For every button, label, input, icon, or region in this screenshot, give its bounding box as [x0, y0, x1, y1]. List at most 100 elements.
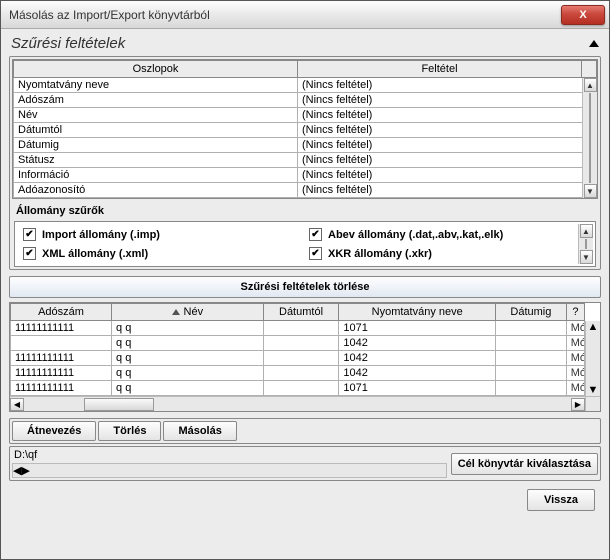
filter-col-cell[interactable]: Adószám — [14, 93, 298, 108]
scroll-left-icon[interactable]: ◀ — [10, 398, 24, 411]
scroll-thumb[interactable] — [585, 239, 587, 249]
cell-nyomtatvany[interactable]: 1071 — [339, 321, 496, 336]
scroll-down-icon[interactable]: ▼ — [588, 384, 599, 396]
scroll-up-icon[interactable]: ▲ — [588, 321, 599, 333]
filter-col-cell[interactable]: Státusz — [14, 153, 298, 168]
cell-extra[interactable]: Mó — [566, 366, 584, 381]
cell-extra[interactable]: Mó — [566, 381, 584, 396]
cell-nev[interactable]: q q — [112, 336, 264, 351]
delete-button[interactable]: Törlés — [98, 421, 161, 441]
filter-cond-cell[interactable]: (Nincs feltétel) — [298, 183, 597, 198]
filter-cond-cell[interactable]: (Nincs feltétel) — [298, 123, 597, 138]
col-help[interactable]: ? — [566, 304, 584, 321]
path-scrollbar[interactable]: ◀ ▶ — [12, 463, 447, 478]
cell-datumig[interactable] — [496, 351, 567, 366]
cell-datumtol[interactable] — [263, 351, 339, 366]
data-scrollbar-h[interactable]: ◀ ▶ — [10, 396, 585, 411]
cell-adoszam[interactable]: 11111111111 — [11, 366, 112, 381]
filter-row[interactable]: Adóazonosító(Nincs feltétel) — [14, 183, 597, 198]
cell-extra[interactable]: Mó — [566, 321, 584, 336]
filter-col-cell[interactable]: Információ — [14, 168, 298, 183]
cell-adoszam[interactable]: 11111111111 — [11, 381, 112, 396]
filter-cond-cell[interactable]: (Nincs feltétel) — [298, 78, 597, 93]
filter-row[interactable]: Adószám(Nincs feltétel) — [14, 93, 597, 108]
cell-datumig[interactable] — [496, 321, 567, 336]
filter-row[interactable]: Információ(Nincs feltétel) — [14, 168, 597, 183]
filter-row[interactable]: Név(Nincs feltétel) — [14, 108, 597, 123]
cell-datumig[interactable] — [496, 381, 567, 396]
collapse-icon[interactable] — [589, 40, 599, 47]
filter-cond-cell[interactable]: (Nincs feltétel) — [298, 108, 597, 123]
table-row[interactable]: 11111111111q q 1071 Mó — [11, 321, 585, 336]
filter-row[interactable]: Státusz(Nincs feltétel) — [14, 153, 597, 168]
scroll-down-icon[interactable]: ▼ — [580, 250, 593, 264]
filter-col-cell[interactable]: Adóazonosító — [14, 183, 298, 198]
close-button[interactable]: X — [561, 5, 605, 25]
filter-cond-cell[interactable]: (Nincs feltétel) — [298, 93, 597, 108]
col-datumig[interactable]: Dátumig — [496, 304, 567, 321]
scroll-thumb-h[interactable] — [84, 398, 154, 411]
scroll-up-icon[interactable]: ▲ — [580, 224, 593, 238]
checkbox-abev[interactable]: ✔ Abev állomány (.dat,.abv,.kat,.elk) — [309, 228, 587, 241]
cell-nyomtatvany[interactable]: 1042 — [339, 351, 496, 366]
cell-adoszam[interactable] — [11, 336, 112, 351]
filter-header-columns[interactable]: Oszlopok — [14, 61, 298, 78]
col-adoszam[interactable]: Adószám — [11, 304, 112, 321]
cell-datumtol[interactable] — [263, 321, 339, 336]
filter-cond-cell[interactable]: (Nincs feltétel) — [298, 138, 597, 153]
scroll-left-icon[interactable]: ◀ — [13, 464, 21, 477]
table-row[interactable]: 11111111111q q 1042 Mó — [11, 366, 585, 381]
check-icon[interactable]: ✔ — [309, 228, 322, 241]
col-nev[interactable]: Név — [112, 304, 264, 321]
cell-datumig[interactable] — [496, 336, 567, 351]
check-icon[interactable]: ✔ — [23, 228, 36, 241]
scroll-thumb[interactable] — [589, 93, 591, 183]
cell-nyomtatvany[interactable]: 1042 — [339, 336, 496, 351]
col-datumtol[interactable]: Dátumtól — [263, 304, 339, 321]
filter-row[interactable]: Dátumig(Nincs feltétel) — [14, 138, 597, 153]
filter-col-cell[interactable]: Dátumtól — [14, 123, 298, 138]
filter-scrollbar[interactable]: ▲ ▼ — [582, 78, 597, 198]
scroll-right-icon[interactable]: ▶ — [21, 464, 29, 477]
check-icon[interactable]: ✔ — [309, 247, 322, 260]
checkbox-xml[interactable]: ✔ XML állomány (.xml) — [23, 247, 301, 260]
cell-nev[interactable]: q q — [112, 351, 264, 366]
table-row[interactable]: 11111111111q q 1071 Mó — [11, 381, 585, 396]
scroll-right-icon[interactable]: ▶ — [571, 398, 585, 411]
scroll-down-icon[interactable]: ▼ — [584, 184, 597, 198]
checkbox-imp[interactable]: ✔ Import állomány (.imp) — [23, 228, 301, 241]
filter-col-cell[interactable]: Név — [14, 108, 298, 123]
data-scrollbar-v[interactable]: ▲ ▼ — [585, 321, 600, 396]
filter-row[interactable]: Nyomtatvány neve(Nincs feltétel) — [14, 78, 597, 93]
check-icon[interactable]: ✔ — [23, 247, 36, 260]
rename-button[interactable]: Átnevezés — [12, 421, 96, 441]
back-button[interactable]: Vissza — [527, 489, 595, 511]
cell-datumtol[interactable] — [263, 336, 339, 351]
cell-extra[interactable]: Mó — [566, 336, 584, 351]
cell-nev[interactable]: q q — [112, 366, 264, 381]
cell-nev[interactable]: q q — [112, 381, 264, 396]
file-filter-scrollbar[interactable]: ▲ ▼ — [578, 224, 593, 264]
cell-nyomtatvany[interactable]: 1042 — [339, 366, 496, 381]
filter-row[interactable]: Dátumtól(Nincs feltétel) — [14, 123, 597, 138]
filter-col-cell[interactable]: Dátumig — [14, 138, 298, 153]
clear-filters-button[interactable]: Szűrési feltételek törlése — [9, 276, 601, 298]
scroll-up-icon[interactable]: ▲ — [584, 78, 597, 92]
cell-extra[interactable]: Mó — [566, 351, 584, 366]
checkbox-xkr[interactable]: ✔ XKR állomány (.xkr) — [309, 247, 587, 260]
col-nyomtatvany[interactable]: Nyomtatvány neve — [339, 304, 496, 321]
filter-cond-cell[interactable]: (Nincs feltétel) — [298, 153, 597, 168]
cell-adoszam[interactable]: 11111111111 — [11, 351, 112, 366]
filter-cond-cell[interactable]: (Nincs feltétel) — [298, 168, 597, 183]
cell-nyomtatvany[interactable]: 1071 — [339, 381, 496, 396]
cell-datumtol[interactable] — [263, 366, 339, 381]
filter-header-condition[interactable]: Feltétel — [298, 61, 582, 78]
table-row[interactable]: 11111111111q q 1042 Mó — [11, 351, 585, 366]
cell-datumtol[interactable] — [263, 381, 339, 396]
table-row[interactable]: q q 1042 Mó — [11, 336, 585, 351]
filter-col-cell[interactable]: Nyomtatvány neve — [14, 78, 298, 93]
choose-folder-button[interactable]: Cél könyvtár kiválasztása — [451, 453, 598, 475]
cell-nev[interactable]: q q — [112, 321, 264, 336]
copy-button[interactable]: Másolás — [163, 421, 236, 441]
cell-adoszam[interactable]: 11111111111 — [11, 321, 112, 336]
